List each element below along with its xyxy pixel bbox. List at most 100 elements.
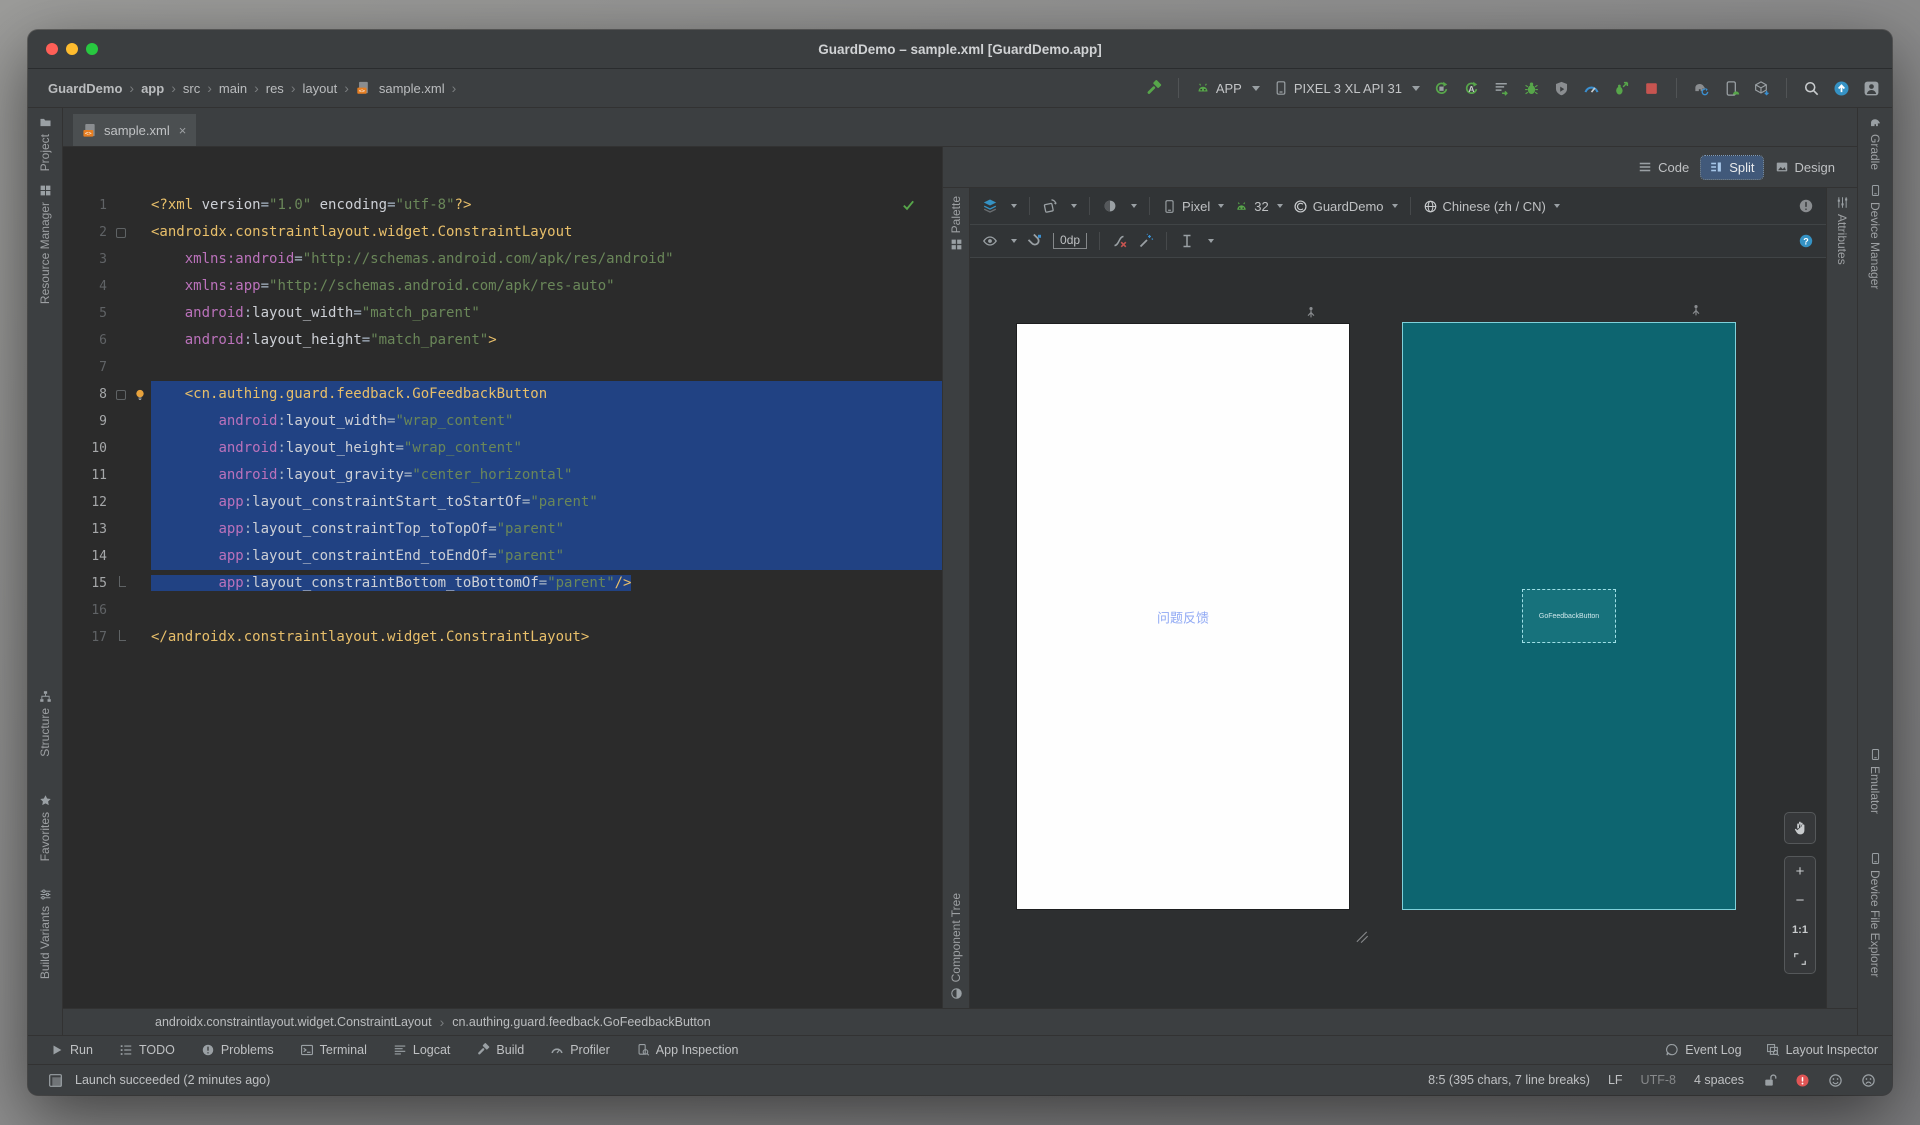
zoom-in-button[interactable]: + bbox=[1785, 857, 1815, 886]
zoom-to-fit-button[interactable] bbox=[1785, 944, 1815, 973]
gutter-fold-column[interactable] bbox=[113, 273, 129, 300]
gutter-fold-column[interactable] bbox=[113, 408, 129, 435]
smile-face-icon[interactable] bbox=[1828, 1073, 1843, 1088]
code-line-7[interactable]: 7 bbox=[63, 354, 942, 381]
intention-bulb-icon[interactable] bbox=[133, 388, 147, 402]
tool-window-button-gradle[interactable]: Gradle bbox=[1858, 116, 1892, 170]
tool-window-toggle-icon[interactable] bbox=[48, 1073, 63, 1088]
code-line-6[interactable]: 6 android:layout_height="match_parent"> bbox=[63, 327, 942, 354]
line-number[interactable]: 12 bbox=[63, 489, 113, 516]
apply-changes-icon[interactable]: A bbox=[1463, 80, 1480, 97]
api-level-select[interactable]: 32 bbox=[1234, 199, 1283, 214]
tool-window-button-todo[interactable]: TODO bbox=[119, 1043, 175, 1057]
line-number[interactable]: 1 bbox=[63, 192, 113, 219]
maximize-window-button[interactable] bbox=[86, 43, 98, 55]
tool-window-button-profiler[interactable]: Profiler bbox=[550, 1043, 610, 1057]
gutter-fold-column[interactable] bbox=[113, 462, 129, 489]
code-line-16[interactable]: 16 bbox=[63, 597, 942, 624]
breadcrumb-item-src[interactable]: src bbox=[183, 81, 200, 96]
minimize-window-button[interactable] bbox=[66, 43, 78, 55]
gutter-fold-column[interactable] bbox=[113, 489, 129, 516]
indent-setting[interactable]: 4 spaces bbox=[1694, 1073, 1744, 1087]
line-number[interactable]: 14 bbox=[63, 543, 113, 570]
locale-select[interactable]: Chinese (zh / CN) bbox=[1423, 199, 1560, 214]
error-indicator-icon[interactable] bbox=[1795, 1073, 1810, 1088]
tool-window-button-device-manager[interactable]: Device Manager bbox=[1858, 184, 1892, 289]
breadcrumb-item-sample-xml[interactable]: sample.xml bbox=[379, 81, 445, 96]
line-number[interactable]: 2 bbox=[63, 219, 113, 246]
code-line-14[interactable]: 14 app:layout_constraintEnd_toEndOf="par… bbox=[63, 543, 943, 570]
fold-end-marker-icon[interactable] bbox=[119, 630, 126, 641]
tool-window-button-resource-manager[interactable]: Resource Manager bbox=[28, 184, 62, 304]
code-line-17[interactable]: 17 </androidx.constraintlayout.widget.Con… bbox=[63, 624, 942, 651]
gutter-fold-column[interactable] bbox=[113, 624, 129, 651]
line-number[interactable]: 4 bbox=[63, 273, 113, 300]
gutter-fold-column[interactable] bbox=[113, 219, 129, 246]
code-editor[interactable]: 1 <?xml version="1.0" encoding="utf-8"?> 2… bbox=[63, 187, 943, 1008]
zoom-out-button[interactable]: − bbox=[1785, 886, 1815, 915]
line-number[interactable]: 10 bbox=[63, 435, 113, 462]
component-tree-tab[interactable]: Component Tree bbox=[943, 893, 969, 1000]
breadcrumb-item-app[interactable]: app bbox=[141, 81, 164, 96]
tool-window-button-build[interactable]: Build bbox=[476, 1043, 524, 1057]
breadcrumb-item-main[interactable]: main bbox=[219, 81, 247, 96]
blueprint-preview-device[interactable]: GoFeedbackButton bbox=[1402, 322, 1737, 910]
clear-constraints-icon[interactable] bbox=[1112, 233, 1128, 249]
night-mode-icon[interactable] bbox=[1102, 198, 1118, 214]
code-line-8[interactable]: 8 <cn.authing.guard.feedback.GoFeedbackB… bbox=[63, 381, 943, 408]
fold-marker-icon[interactable] bbox=[116, 390, 126, 400]
update-icon[interactable] bbox=[1833, 80, 1850, 97]
line-number[interactable]: 9 bbox=[63, 408, 113, 435]
code-line-2[interactable]: 2 <androidx.constraintlayout.widget.Const… bbox=[63, 219, 942, 246]
infer-constraints-icon[interactable] bbox=[1138, 233, 1154, 249]
fold-end-marker-icon[interactable] bbox=[119, 576, 126, 587]
code-line-13[interactable]: 13 app:layout_constraintTop_toTopOf="par… bbox=[63, 516, 943, 543]
tool-window-button-terminal[interactable]: Terminal bbox=[300, 1043, 367, 1057]
tool-window-button-build-variants[interactable]: Build Variants bbox=[28, 888, 62, 979]
gradle-sync-icon[interactable] bbox=[1693, 80, 1710, 97]
lock-icon[interactable] bbox=[1762, 1073, 1777, 1088]
line-number[interactable]: 17 bbox=[63, 624, 113, 651]
stop-icon[interactable] bbox=[1643, 80, 1660, 97]
tool-window-button-app-inspection[interactable]: App Inspection bbox=[636, 1043, 739, 1057]
design-surface-icon[interactable] bbox=[982, 198, 998, 214]
build-hammer-icon[interactable] bbox=[1145, 79, 1162, 97]
breadcrumb-parent-tag[interactable]: androidx.constraintlayout.widget.Constra… bbox=[155, 1015, 432, 1029]
sdk-manager-icon[interactable] bbox=[1753, 80, 1770, 97]
code-line-5[interactable]: 5 android:layout_width="match_parent" bbox=[63, 300, 942, 327]
line-number[interactable]: 6 bbox=[63, 327, 113, 354]
tool-window-button-logcat[interactable]: Logcat bbox=[393, 1043, 450, 1057]
run-configuration-select[interactable]: APP bbox=[1195, 80, 1260, 96]
tool-window-button-layout-inspector[interactable]: Layout Inspector bbox=[1766, 1043, 1878, 1057]
gutter-fold-column[interactable] bbox=[113, 543, 129, 570]
design-surface[interactable]: 问题反馈 GoFeedbackButton + − 1:1 bbox=[970, 258, 1826, 1008]
line-number[interactable]: 16 bbox=[63, 597, 113, 624]
code-line-9[interactable]: 9 android:layout_width="wrap_content" bbox=[63, 408, 943, 435]
line-number[interactable]: 7 bbox=[63, 354, 113, 381]
breadcrumb-item-res[interactable]: res bbox=[266, 81, 284, 96]
gutter-fold-column[interactable] bbox=[113, 354, 129, 381]
apply-code-changes-icon[interactable] bbox=[1493, 80, 1510, 97]
issues-icon[interactable] bbox=[1798, 198, 1814, 214]
debug-icon[interactable] bbox=[1523, 80, 1540, 97]
breadcrumb-child-tag[interactable]: cn.authing.guard.feedback.GoFeedbackButt… bbox=[452, 1015, 711, 1029]
blueprint-feedback-button[interactable]: GoFeedbackButton bbox=[1522, 589, 1617, 643]
rerun-icon[interactable] bbox=[1433, 80, 1450, 97]
default-margin-select[interactable]: 0dp bbox=[1053, 233, 1088, 249]
help-icon[interactable]: ? bbox=[1798, 233, 1814, 249]
tool-window-button-device-file-explorer[interactable]: Device File Explorer bbox=[1858, 852, 1892, 977]
design-preview-device[interactable]: 问题反馈 bbox=[1017, 324, 1350, 909]
code-line-11[interactable]: 11 android:layout_gravity="center_horizo… bbox=[63, 462, 943, 489]
tool-window-button-problems[interactable]: Problems bbox=[201, 1043, 274, 1057]
view-mode-code-button[interactable]: Code bbox=[1630, 156, 1697, 179]
pan-button[interactable] bbox=[1784, 812, 1816, 844]
profiler-restart-icon[interactable] bbox=[1613, 80, 1630, 97]
line-number[interactable]: 15 bbox=[63, 570, 113, 597]
autoconnect-icon[interactable] bbox=[1027, 233, 1043, 249]
tool-window-button-favorites[interactable]: Favorites bbox=[28, 794, 62, 861]
theme-select[interactable]: GuardDemo bbox=[1293, 199, 1398, 214]
tool-window-button-run[interactable]: Run bbox=[50, 1043, 93, 1057]
tool-window-button-project[interactable]: Project bbox=[28, 116, 62, 171]
gutter-fold-column[interactable] bbox=[113, 570, 129, 597]
gutter-fold-column[interactable] bbox=[113, 327, 129, 354]
